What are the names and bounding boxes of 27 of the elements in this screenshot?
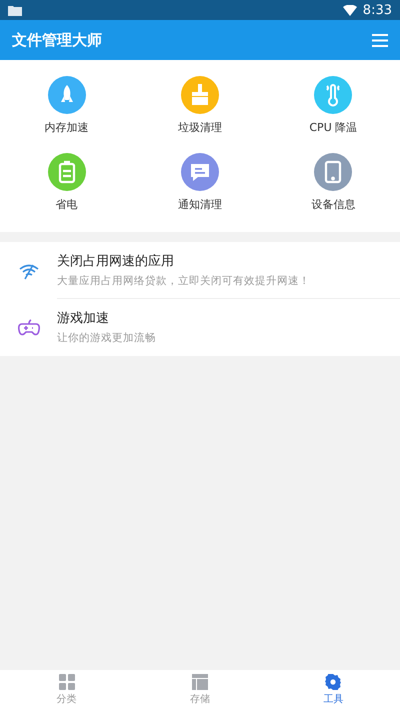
message-icon[interactable] — [180, 153, 219, 191]
nav-tab[interactable]: 工具 — [266, 670, 400, 710]
menu-icon[interactable] — [372, 34, 388, 46]
folder-icon — [8, 4, 22, 16]
thermometer-icon[interactable] — [314, 76, 352, 114]
rocket-icon[interactable] — [48, 76, 86, 114]
tablet-icon[interactable] — [314, 153, 352, 191]
tool-label: 省电 — [56, 197, 78, 212]
status-time: 8:33 — [362, 2, 392, 18]
tool-label: 内存加速 — [44, 120, 89, 135]
nav-tab[interactable]: 分类 — [0, 670, 134, 710]
tool-label: 垃圾清理 — [178, 120, 222, 135]
battery-icon[interactable] — [48, 153, 86, 191]
tool-label: CPU 降温 — [309, 120, 358, 135]
app-title: 文件管理大师 — [12, 30, 102, 50]
layout-icon — [192, 674, 208, 690]
nav-tab[interactable]: 存储 — [133, 670, 267, 710]
grid-icon — [58, 674, 75, 690]
tool-label: 设备信息 — [311, 197, 356, 212]
settings-icon — [325, 674, 342, 690]
feature-subtitle: 让你的游戏更加流畅 — [57, 331, 157, 345]
wifi-signal-icon — [342, 4, 357, 16]
tool-label: 通知清理 — [178, 197, 222, 212]
feature-title[interactable]: 关闭占用网速的应用 — [57, 252, 400, 270]
feature-title[interactable]: 游戏加速 — [57, 309, 400, 327]
feature-subtitle: 大量应用占用网络贷款，立即关闭可有效提升网速！ — [57, 274, 311, 288]
broom-icon[interactable] — [180, 76, 219, 114]
